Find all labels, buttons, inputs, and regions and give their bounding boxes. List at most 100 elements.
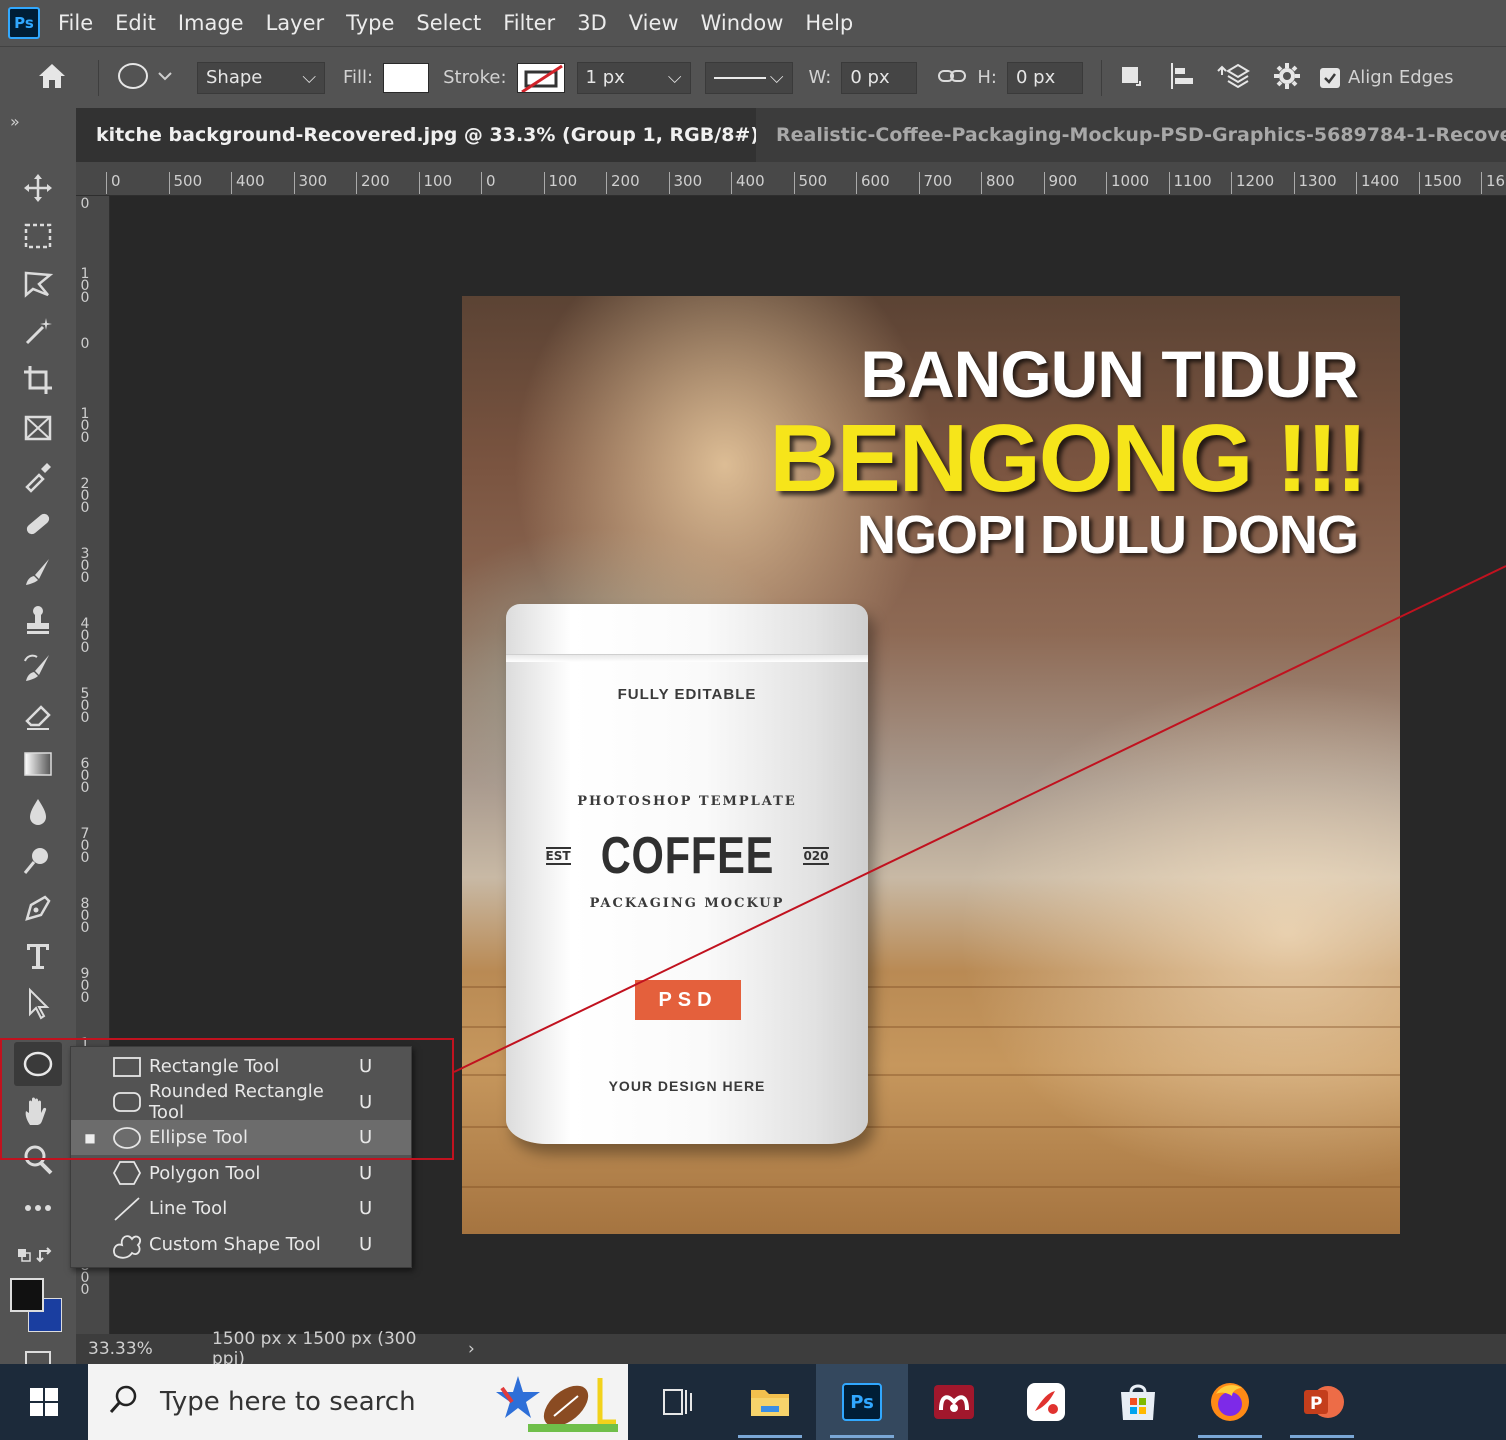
path-selection-icon[interactable]: [14, 982, 62, 1026]
menu-bar: Ps File Edit Image Layer Type Select Fil…: [0, 0, 1506, 46]
marquee-tool-icon[interactable]: [14, 214, 62, 258]
status-menu-arrow-icon[interactable]: ›: [448, 1339, 475, 1359]
color-swatches[interactable]: [8, 1278, 64, 1334]
polygon-icon: [109, 1160, 145, 1186]
tab-inactive-document[interactable]: Realistic-Coffee-Packaging-Mockup-PSD-Gr…: [756, 108, 1506, 162]
quick-mask-icon[interactable]: [14, 1340, 62, 1364]
menu-3d[interactable]: 3D: [577, 11, 607, 35]
ellipse-tool-icon[interactable]: [14, 1042, 62, 1086]
pdf-reader-icon[interactable]: [1000, 1364, 1092, 1440]
menu-edit[interactable]: Edit: [115, 11, 156, 35]
lasso-tool-icon[interactable]: [14, 262, 62, 306]
ruler-tick-label: 200: [606, 172, 640, 194]
menu-file[interactable]: File: [58, 11, 93, 35]
stroke-swatch[interactable]: [516, 62, 565, 93]
tab-active-document[interactable]: kitche background-Recovered.jpg @ 33.3% …: [76, 108, 756, 162]
foreground-color-swatch[interactable]: [10, 1278, 44, 1312]
mode-value: Shape: [206, 67, 263, 88]
history-brush-icon[interactable]: [14, 646, 62, 690]
height-value: 0 px: [1015, 67, 1056, 88]
collapse-panel-icon[interactable]: »: [10, 112, 20, 131]
stroke-type-select[interactable]: ⌵: [704, 61, 793, 94]
home-icon[interactable]: [36, 61, 68, 95]
tab-title: Realistic-Coffee-Packaging-Mockup-PSD-Gr…: [776, 124, 1506, 146]
flyout-item-ellipse[interactable]: ■ Ellipse Tool U: [71, 1120, 411, 1156]
eraser-icon[interactable]: [14, 694, 62, 738]
path-arrangement-icon[interactable]: [1216, 61, 1252, 95]
menu-filter[interactable]: Filter: [503, 11, 555, 35]
search-icon: [108, 1383, 140, 1422]
file-explorer-icon[interactable]: [724, 1364, 816, 1440]
move-tool-icon[interactable]: [14, 166, 62, 210]
pouch-brand-row: EST COFFEE 020: [506, 826, 868, 886]
windows-start-icon[interactable]: [0, 1364, 88, 1440]
pouch-arc-top-text: PHOTOSHOP TEMPLATE: [577, 794, 797, 809]
rounded-rectangle-icon: [109, 1090, 145, 1114]
task-view-icon[interactable]: [632, 1364, 724, 1440]
zoom-tool-icon[interactable]: [14, 1138, 62, 1182]
more-tools-icon[interactable]: [14, 1186, 62, 1230]
align-edges-checkbox[interactable]: [1319, 67, 1340, 88]
ruler-tick-label: 0: [106, 172, 121, 194]
eyedropper-icon[interactable]: [14, 454, 62, 498]
ruler-tick-label: 500: [80, 686, 90, 726]
photoshop-taskbar-icon[interactable]: Ps: [816, 1364, 908, 1440]
menu-window[interactable]: Window: [701, 11, 784, 35]
firefox-icon[interactable]: [1184, 1364, 1276, 1440]
ruler-tick-label: 700: [918, 172, 952, 194]
crop-tool-icon[interactable]: [14, 358, 62, 402]
frame-tool-icon[interactable]: [14, 406, 62, 450]
menu-layer[interactable]: Layer: [266, 11, 325, 35]
width-field[interactable]: 0 px: [841, 61, 918, 94]
zoom-level[interactable]: 33.33%: [76, 1339, 168, 1359]
hand-tool-icon[interactable]: [14, 1090, 62, 1134]
menu-help[interactable]: Help: [805, 11, 853, 35]
menu-type[interactable]: Type: [346, 11, 394, 35]
menu-view[interactable]: View: [629, 11, 679, 35]
ruler-tick-label: 100: [80, 266, 90, 306]
height-field[interactable]: 0 px: [1006, 61, 1083, 94]
swap-colors-icon[interactable]: [14, 1234, 62, 1278]
flyout-item-line[interactable]: Line Tool U: [71, 1191, 411, 1226]
ellipse-tool-preset-icon[interactable]: [115, 61, 177, 95]
mendeley-icon[interactable]: [908, 1364, 1000, 1440]
ps-taskbar-logo: Ps: [842, 1383, 882, 1421]
taskbar-search-box[interactable]: Type here to search: [88, 1364, 628, 1440]
microsoft-store-icon[interactable]: [1092, 1364, 1184, 1440]
gear-icon[interactable]: [1272, 61, 1302, 95]
svg-text:P: P: [1310, 1394, 1322, 1414]
link-icon[interactable]: [937, 66, 967, 90]
healing-brush-icon[interactable]: [14, 502, 62, 546]
tools-panel: »: [0, 108, 76, 1364]
flyout-item-custom-shape[interactable]: Custom Shape Tool U: [71, 1227, 411, 1262]
blur-tool-icon[interactable]: [14, 790, 62, 834]
gradient-tool-icon[interactable]: [14, 742, 62, 786]
clone-stamp-icon[interactable]: [14, 598, 62, 642]
ruler-tick-label: 500: [168, 172, 202, 194]
type-tool-icon[interactable]: [14, 934, 62, 978]
path-operations-icon[interactable]: [1118, 63, 1144, 93]
document-canvas[interactable]: BANGUN TIDUR BENGONG !!! NGOPI DULU DONG…: [462, 296, 1400, 1234]
menu-image[interactable]: Image: [178, 11, 244, 35]
photoshop-logo[interactable]: Ps: [8, 7, 40, 39]
pen-tool-icon[interactable]: [14, 886, 62, 930]
fill-swatch[interactable]: [383, 62, 430, 93]
flyout-item-rounded-rectangle[interactable]: Rounded Rectangle Tool U: [71, 1081, 411, 1123]
brush-tool-icon[interactable]: [14, 550, 62, 594]
flyout-item-rectangle[interactable]: Rectangle Tool U: [71, 1049, 411, 1084]
flyout-item-polygon[interactable]: Polygon Tool U: [71, 1156, 411, 1191]
path-alignment-icon[interactable]: [1168, 61, 1198, 95]
ruler-tick-label: 0: [80, 196, 90, 212]
stroke-width-field[interactable]: 1 px ⌵: [576, 61, 691, 94]
ruler-tick-label: 200: [80, 476, 90, 516]
document-size: 1500 px x 1500 px (300 ppi): [212, 1329, 417, 1369]
mode-select[interactable]: Shape ⌵: [197, 61, 325, 94]
height-label: H:: [977, 67, 997, 88]
ruler-tick-label: 1100: [1168, 172, 1212, 194]
powerpoint-icon[interactable]: P: [1276, 1364, 1368, 1440]
menu-select[interactable]: Select: [416, 11, 481, 35]
flyout-item-label: Custom Shape Tool: [149, 1234, 321, 1255]
search-placeholder: Type here to search: [160, 1387, 416, 1417]
dodge-tool-icon[interactable]: [14, 838, 62, 882]
magic-wand-icon[interactable]: [14, 310, 62, 354]
